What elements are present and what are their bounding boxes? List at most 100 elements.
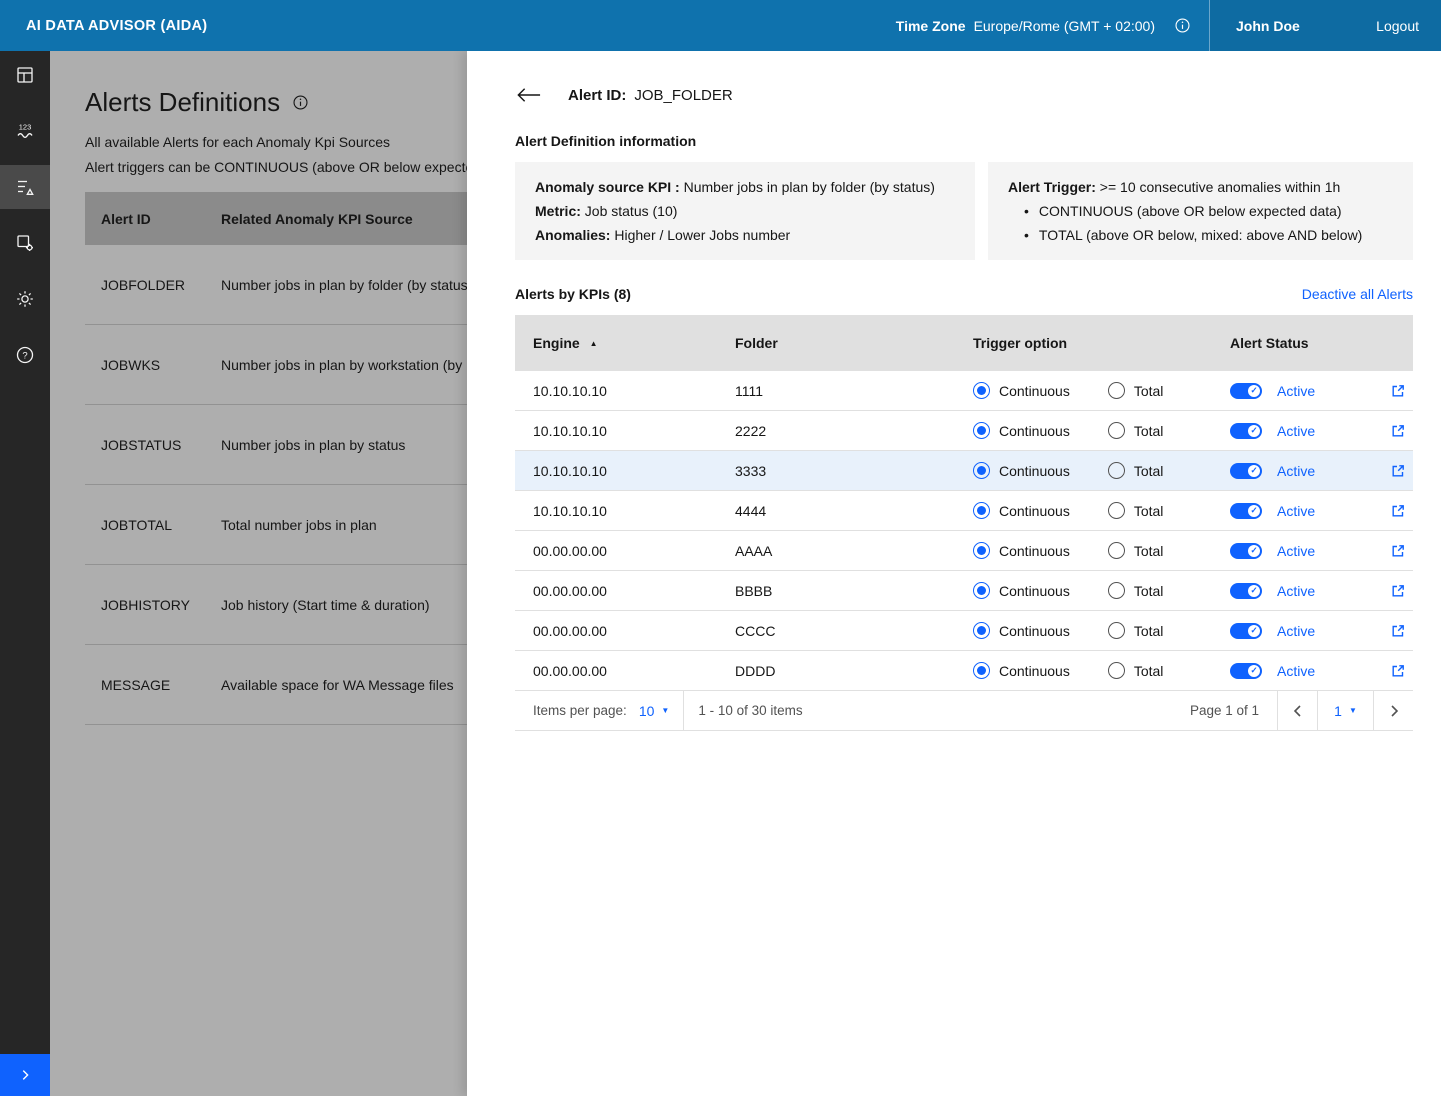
radio-button-icon[interactable] — [973, 462, 990, 479]
radio-option-continuous[interactable]: Continuous — [973, 382, 1070, 399]
radio-button-icon[interactable] — [1108, 622, 1125, 639]
alert-status-toggle[interactable] — [1230, 663, 1262, 679]
column-engine[interactable]: Engine▲ — [515, 335, 717, 351]
alert-status-toggle[interactable] — [1230, 463, 1262, 479]
radio-button-icon[interactable] — [973, 502, 990, 519]
radio-option-total[interactable]: Total — [1108, 662, 1164, 679]
radio-option-continuous[interactable]: Continuous — [973, 582, 1070, 599]
chevron-left-icon — [1290, 703, 1306, 719]
timezone-value: Europe/Rome (GMT + 02:00) — [974, 18, 1155, 34]
launch-icon — [1390, 583, 1406, 599]
table-row[interactable]: 10.10.10.10 3333 Continuous Total Active — [515, 451, 1413, 491]
anomalies-label: Anomalies: — [535, 227, 610, 243]
alert-status-toggle[interactable] — [1230, 423, 1262, 439]
column-folder: Folder — [717, 335, 955, 351]
radio-button-icon[interactable] — [973, 382, 990, 399]
radio-button-icon[interactable] — [1108, 382, 1125, 399]
table-row[interactable]: 10.10.10.10 2222 Continuous Total Active — [515, 411, 1413, 451]
radio-button-icon[interactable] — [973, 542, 990, 559]
folder-cell: AAAA — [717, 543, 955, 559]
alerts-definitions-page: Alerts Definitions All available Alerts … — [50, 51, 467, 1096]
radio-option-total[interactable]: Total — [1108, 462, 1164, 479]
radio-option-total[interactable]: Total — [1108, 382, 1164, 399]
sidebar-item-settings[interactable] — [0, 277, 50, 321]
alert-status-label: Active — [1277, 423, 1315, 439]
folder-cell: BBBB — [717, 583, 955, 599]
alert-status-toggle[interactable] — [1230, 543, 1262, 559]
alerts-by-kpis-label: Alerts by KPIs (8) — [515, 286, 631, 302]
box-gear-icon — [15, 233, 35, 253]
open-alert-button[interactable] — [1390, 503, 1406, 519]
open-alert-button[interactable] — [1390, 663, 1406, 679]
table-row[interactable]: 00.00.00.00 DDDD Continuous Total Active — [515, 651, 1413, 691]
radio-option-continuous[interactable]: Continuous — [973, 622, 1070, 639]
radio-option-total[interactable]: Total — [1108, 582, 1164, 599]
table-row[interactable]: 10.10.10.10 1111 Continuous Total Active — [515, 371, 1413, 411]
radio-option-continuous[interactable]: Continuous — [973, 662, 1070, 679]
alert-status-toggle[interactable] — [1230, 623, 1262, 639]
app-header: AI DATA ADVISOR (AIDA) Time Zone Europe/… — [0, 0, 1441, 51]
open-alert-button[interactable] — [1390, 463, 1406, 479]
radio-option-continuous[interactable]: Continuous — [973, 542, 1070, 559]
radio-button-icon[interactable] — [973, 422, 990, 439]
sidebar-item-alerts-definitions[interactable] — [0, 165, 50, 209]
sidebar-item-help[interactable]: ? — [0, 333, 50, 377]
sidebar-item-data-management[interactable] — [0, 221, 50, 265]
alert-status-toggle[interactable] — [1230, 503, 1262, 519]
radio-option-continuous[interactable]: Continuous — [973, 422, 1070, 439]
items-per-page-select[interactable]: 10▼ — [639, 703, 670, 719]
radio-option-total[interactable]: Total — [1108, 422, 1164, 439]
radio-option-continuous[interactable]: Continuous — [973, 502, 1070, 519]
radio-button-icon[interactable] — [1108, 582, 1125, 599]
sidebar-item-kpi-predictions[interactable]: 123 — [0, 109, 50, 153]
column-alert-status: Alert Status — [1212, 335, 1372, 351]
radio-option-total[interactable]: Total — [1108, 502, 1164, 519]
user-name: John Doe — [1236, 18, 1300, 34]
sidebar-item-dashboard[interactable] — [0, 53, 50, 97]
page-number-select[interactable]: 1▼ — [1317, 691, 1373, 731]
open-alert-button[interactable] — [1390, 383, 1406, 399]
radio-label-total: Total — [1134, 543, 1164, 559]
radio-button-icon[interactable] — [1108, 462, 1125, 479]
previous-page-button[interactable] — [1277, 691, 1317, 731]
radio-label-total: Total — [1134, 663, 1164, 679]
table-row[interactable]: 00.00.00.00 BBBB Continuous Total Active — [515, 571, 1413, 611]
table-row[interactable]: 00.00.00.00 AAAA Continuous Total Active — [515, 531, 1413, 571]
radio-button-icon[interactable] — [1108, 662, 1125, 679]
toggle-knob — [1248, 625, 1260, 637]
open-alert-button[interactable] — [1390, 583, 1406, 599]
alert-status-toggle[interactable] — [1230, 583, 1262, 599]
radio-button-icon[interactable] — [973, 582, 990, 599]
radio-option-continuous[interactable]: Continuous — [973, 462, 1070, 479]
next-page-button[interactable] — [1373, 691, 1413, 731]
open-alert-button[interactable] — [1390, 423, 1406, 439]
table-row[interactable]: 00.00.00.00 CCCC Continuous Total Active — [515, 611, 1413, 651]
radio-option-total[interactable]: Total — [1108, 542, 1164, 559]
radio-button-icon[interactable] — [973, 622, 990, 639]
launch-icon — [1390, 463, 1406, 479]
radio-button-icon[interactable] — [1108, 502, 1125, 519]
logout-button[interactable]: Logout — [1376, 18, 1419, 34]
timezone-info-icon[interactable] — [1173, 17, 1191, 35]
radio-button-icon[interactable] — [973, 662, 990, 679]
radio-option-total[interactable]: Total — [1108, 622, 1164, 639]
radio-button-icon[interactable] — [1108, 542, 1125, 559]
help-icon: ? — [15, 345, 35, 365]
radio-button-icon[interactable] — [1108, 422, 1125, 439]
chevron-right-icon — [1386, 703, 1402, 719]
alert-status-label: Active — [1277, 543, 1315, 559]
metric-value: Job status (10) — [585, 203, 678, 219]
open-alert-button[interactable] — [1390, 623, 1406, 639]
table-row[interactable]: 10.10.10.10 4444 Continuous Total Active — [515, 491, 1413, 531]
items-range-text: 1 - 10 of 30 items — [698, 703, 802, 718]
expand-sidebar-button[interactable] — [0, 1054, 50, 1096]
deactivate-all-alerts-link[interactable]: Deactive all Alerts — [1302, 286, 1413, 302]
trigger-value: >= 10 consecutive anomalies within 1h — [1100, 179, 1340, 195]
radio-label-total: Total — [1134, 583, 1164, 599]
folder-cell: 1111 — [717, 383, 955, 399]
column-trigger-option: Trigger option — [955, 335, 1212, 351]
open-alert-button[interactable] — [1390, 543, 1406, 559]
alert-status-toggle[interactable] — [1230, 383, 1262, 399]
back-button[interactable] — [515, 86, 542, 104]
header-right: Time Zone Europe/Rome (GMT + 02:00) John… — [896, 0, 1441, 51]
